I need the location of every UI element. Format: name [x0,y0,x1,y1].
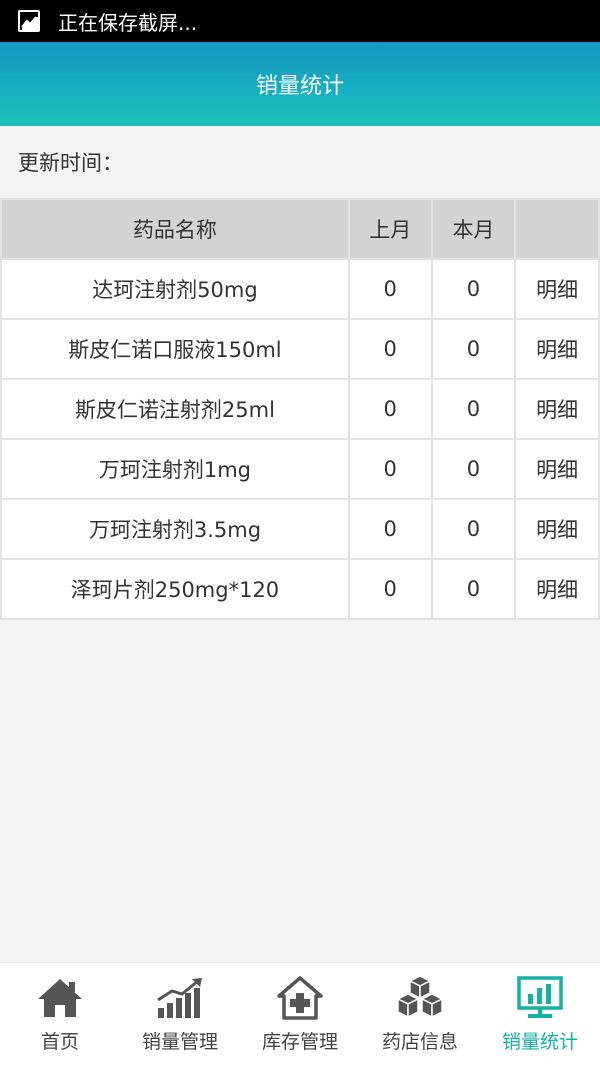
table-row: 达珂注射剂50mg 0 0 明细 [0,258,600,320]
table-row: 斯皮仁诺注射剂25ml 0 0 明细 [0,378,600,440]
tab-sales-management[interactable]: 销量管理 [120,963,240,1067]
drug-name-cell: 万珂注射剂3.5mg [0,498,350,560]
tab-label: 首页 [40,1031,79,1053]
home-icon [34,973,86,1023]
app-header: 销量统计 [0,42,600,126]
last-month-cell: 0 [347,498,433,560]
drug-name-cell: 达珂注射剂50mg [0,258,350,320]
update-time-label: 更新时间： [18,151,123,175]
update-time-row: 更新时间： [0,126,600,198]
drug-name-cell: 万珂注射剂1mg [0,438,350,500]
tab-label: 药店信息 [381,1031,458,1053]
last-month-cell: 0 [347,318,433,380]
detail-link[interactable]: 明细 [514,498,600,560]
status-bar: 正在保存截屏... [0,0,600,42]
last-month-cell: 0 [347,258,433,320]
tab-pharmacy-info[interactable]: 药店信息 [360,963,480,1067]
detail-link[interactable]: 明细 [514,258,600,320]
column-header-last-month: 上月 [347,198,433,260]
last-month-cell: 0 [347,438,433,500]
inventory-house-icon [274,973,326,1023]
table-row: 万珂注射剂1mg 0 0 明细 [0,438,600,500]
this-month-cell: 0 [430,258,517,320]
this-month-cell: 0 [430,318,517,380]
column-header-drug-name: 药品名称 [0,198,350,260]
status-text: 正在保存截屏... [58,10,198,35]
boxes-icon [394,973,446,1023]
detail-link[interactable]: 明细 [514,438,600,500]
drug-name-cell: 斯皮仁诺口服液150ml [0,318,350,380]
monitor-chart-icon [514,973,566,1023]
this-month-cell: 0 [430,498,517,560]
tab-home[interactable]: 首页 [0,963,120,1067]
table-row: 泽珂片剂250mg*120 0 0 明细 [0,558,600,620]
sales-table: 药品名称 上月 本月 达珂注射剂50mg 0 0 明细 斯皮仁诺口服液150ml… [0,198,600,620]
last-month-cell: 0 [347,558,433,620]
screenshot-icon [18,10,40,32]
detail-link[interactable]: 明细 [514,378,600,440]
table-header-row: 药品名称 上月 本月 [0,198,600,260]
page-title: 销量统计 [255,74,344,99]
last-month-cell: 0 [347,378,433,440]
tab-inventory-management[interactable]: 库存管理 [240,963,360,1067]
tab-label: 销量管理 [141,1031,218,1053]
tab-label: 销量统计 [501,1031,578,1053]
this-month-cell: 0 [430,438,517,500]
bottom-tab-bar: 首页 销量管理 库存管理 药店信息 销量统计 [0,962,600,1067]
this-month-cell: 0 [430,378,517,440]
trend-chart-icon [154,973,206,1023]
column-header-detail [514,198,600,260]
tab-label: 库存管理 [261,1031,338,1053]
detail-link[interactable]: 明细 [514,318,600,380]
this-month-cell: 0 [430,558,517,620]
drug-name-cell: 斯皮仁诺注射剂25ml [0,378,350,440]
drug-name-cell: 泽珂片剂250mg*120 [0,558,350,620]
tab-sales-statistics[interactable]: 销量统计 [480,963,600,1067]
table-row: 斯皮仁诺口服液150ml 0 0 明细 [0,318,600,380]
column-header-this-month: 本月 [430,198,517,260]
table-row: 万珂注射剂3.5mg 0 0 明细 [0,498,600,560]
detail-link[interactable]: 明细 [514,558,600,620]
